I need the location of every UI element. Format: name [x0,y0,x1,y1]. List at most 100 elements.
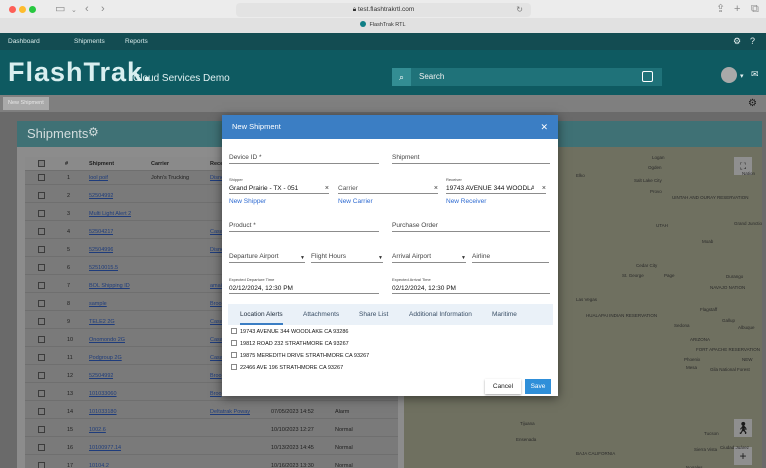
nav-shipments[interactable]: Shipments [74,33,105,50]
search-icon[interactable]: ⌕ [392,68,411,86]
shipment-link[interactable]: Podgroup 2G [89,351,122,365]
row-checkbox[interactable] [38,426,45,433]
shipment-link[interactable]: Onomondo 2G [89,333,125,347]
shipment-link[interactable]: 101033060 [89,387,117,401]
panel-gear-icon[interactable]: ⚙ [88,125,99,139]
nav-dashboard[interactable]: Dashboard [8,33,40,50]
new-tab-icon[interactable]: + [734,3,740,15]
street-view-icon[interactable]: 🚶︎ [734,419,752,437]
location-checkbox[interactable] [231,364,237,370]
row-checkbox[interactable] [38,246,45,253]
search-input[interactable] [419,68,619,86]
share-icon[interactable]: ⇪ [716,3,725,15]
shipment-link[interactable]: TELE2 2G [89,315,115,329]
receiver-link[interactable]: Casa [210,333,223,347]
location-item[interactable]: 19743 AVENUE 344 WOODLAKE CA 93286 [231,328,348,336]
table-row[interactable]: 16 10100977.14 10/13/2023 14:45 Normal [25,441,398,455]
browser-tab[interactable]: FlashTrak RTL [0,18,766,33]
table-row[interactable]: 17 10104.2 10/16/2023 13:30 Normal [25,459,398,468]
tab-share-list[interactable]: Share List [359,304,388,325]
sidebar-toggle-icon[interactable]: ▭ [55,3,65,15]
gear-icon[interactable]: ⚙ [733,33,741,50]
close-window-button[interactable] [9,6,16,13]
row-checkbox[interactable] [38,264,45,271]
device-id-field[interactable]: Device ID * [229,151,379,164]
select-all-checkbox[interactable] [38,160,45,167]
row-checkbox[interactable] [38,354,45,361]
row-checkbox[interactable] [38,444,45,451]
shipment-link[interactable]: Multi Light Alert 2 [89,207,131,221]
forward-icon[interactable]: › [101,3,105,15]
receiver-select[interactable]: 19743 AVENUE 344 WOODLAKE ( × [446,181,546,194]
tab-maritime[interactable]: Maritime [492,304,517,325]
shipment-link[interactable]: 52504996 [89,243,113,257]
shipment-link[interactable]: 52510015.5 [89,261,118,275]
zoom-window-button[interactable] [29,6,36,13]
location-checkbox[interactable] [231,352,237,358]
product-field[interactable]: Product * [229,219,379,232]
new-shipper-link[interactable]: New Shipper [229,197,266,206]
row-checkbox[interactable] [38,228,45,235]
clear-receiver-icon[interactable]: × [542,184,546,193]
shipment-link[interactable]: BOL Shipping ID [89,279,130,293]
shipment-link[interactable]: 10100977.14 [89,441,121,455]
row-checkbox[interactable] [38,372,45,379]
settings-gear-icon[interactable]: ⚙ [748,97,757,110]
row-checkbox[interactable] [38,390,45,397]
reload-icon[interactable]: ↻ [516,3,523,17]
row-checkbox[interactable] [38,336,45,343]
row-checkbox[interactable] [38,300,45,307]
flight-hours-select[interactable]: Flight Hours ▼ [311,250,383,263]
table-row[interactable]: 14 101033180 Deltatrak Poway 07/05/2023 14:… [25,405,398,419]
col-shipment[interactable]: Shipment [89,157,114,171]
nav-reports[interactable]: Reports [125,33,148,50]
receiver-link[interactable]: Broo [210,387,222,401]
col-carrier[interactable]: Carrier [151,157,169,171]
location-item[interactable]: 22466 AVE 196 STRATHMORE CA 93267 [231,364,343,372]
row-checkbox[interactable] [38,210,45,217]
cancel-button[interactable]: Cancel [485,379,521,394]
shipment-link[interactable]: 10104.2 [89,459,109,468]
receiver-link[interactable]: Casa [210,225,223,239]
shipment-link[interactable]: sample [89,297,107,311]
carrier-select[interactable]: Carrier × [338,181,438,194]
address-bar[interactable]: 🔒︎ test.flashtrakrtl.com ↻ [236,3,531,17]
location-item[interactable]: 19875 MEREDITH DRIVE STRATHMORE CA 93267 [231,352,369,360]
shipment-link[interactable]: 52504992 [89,369,113,383]
minimize-window-button[interactable] [19,6,26,13]
receiver-link[interactable]: Broo [210,297,222,311]
tab-overview-icon[interactable]: ⧉ [751,3,759,15]
receiver-link[interactable]: amai [210,279,222,293]
calendar-icon[interactable] [642,71,653,82]
avatar[interactable] [721,67,737,83]
location-checkbox[interactable] [231,340,237,346]
save-button[interactable]: Save [525,379,551,394]
mail-icon[interactable]: ✉ [751,69,759,80]
row-checkbox[interactable] [38,462,45,468]
location-item[interactable]: 19812 ROAD 232 STRATHMORE CA 93267 [231,340,349,348]
shipment-link[interactable]: 101033180 [89,405,117,419]
receiver-link[interactable]: Casa [210,351,223,365]
back-icon[interactable]: ‹ [85,3,89,15]
receiver-link[interactable]: Deltatrak Poway [210,405,250,419]
new-carrier-link[interactable]: New Carrier [338,197,373,206]
purchase-order-field[interactable]: Purchase Order [392,219,550,232]
shipment-link[interactable]: 52504217 [89,225,113,239]
new-receiver-link[interactable]: New Receiver [446,197,486,206]
shipment-link[interactable]: 52504992 [89,189,113,203]
clear-carrier-icon[interactable]: × [434,184,438,193]
airline-field[interactable]: Airline [472,250,549,263]
shipment-link[interactable]: 1002.6 [89,423,106,437]
row-checkbox[interactable] [38,318,45,325]
row-checkbox[interactable] [38,174,45,181]
location-checkbox[interactable] [231,328,237,334]
row-checkbox[interactable] [38,408,45,415]
chevron-down-icon[interactable]: ⌄ [71,5,77,17]
departure-airport-select[interactable]: Departure Airport ▼ [229,250,305,263]
tab-location-alerts[interactable]: Location Alerts [240,304,283,325]
arrival-airport-select[interactable]: Arrival Airport ▼ [392,250,466,263]
help-icon[interactable]: ? [750,33,755,50]
new-shipment-button[interactable]: New Shipment [3,97,49,110]
table-row[interactable]: 15 1002.6 10/10/2023 12:27 Normal [25,423,398,437]
receiver-link[interactable]: Broo [210,369,222,383]
